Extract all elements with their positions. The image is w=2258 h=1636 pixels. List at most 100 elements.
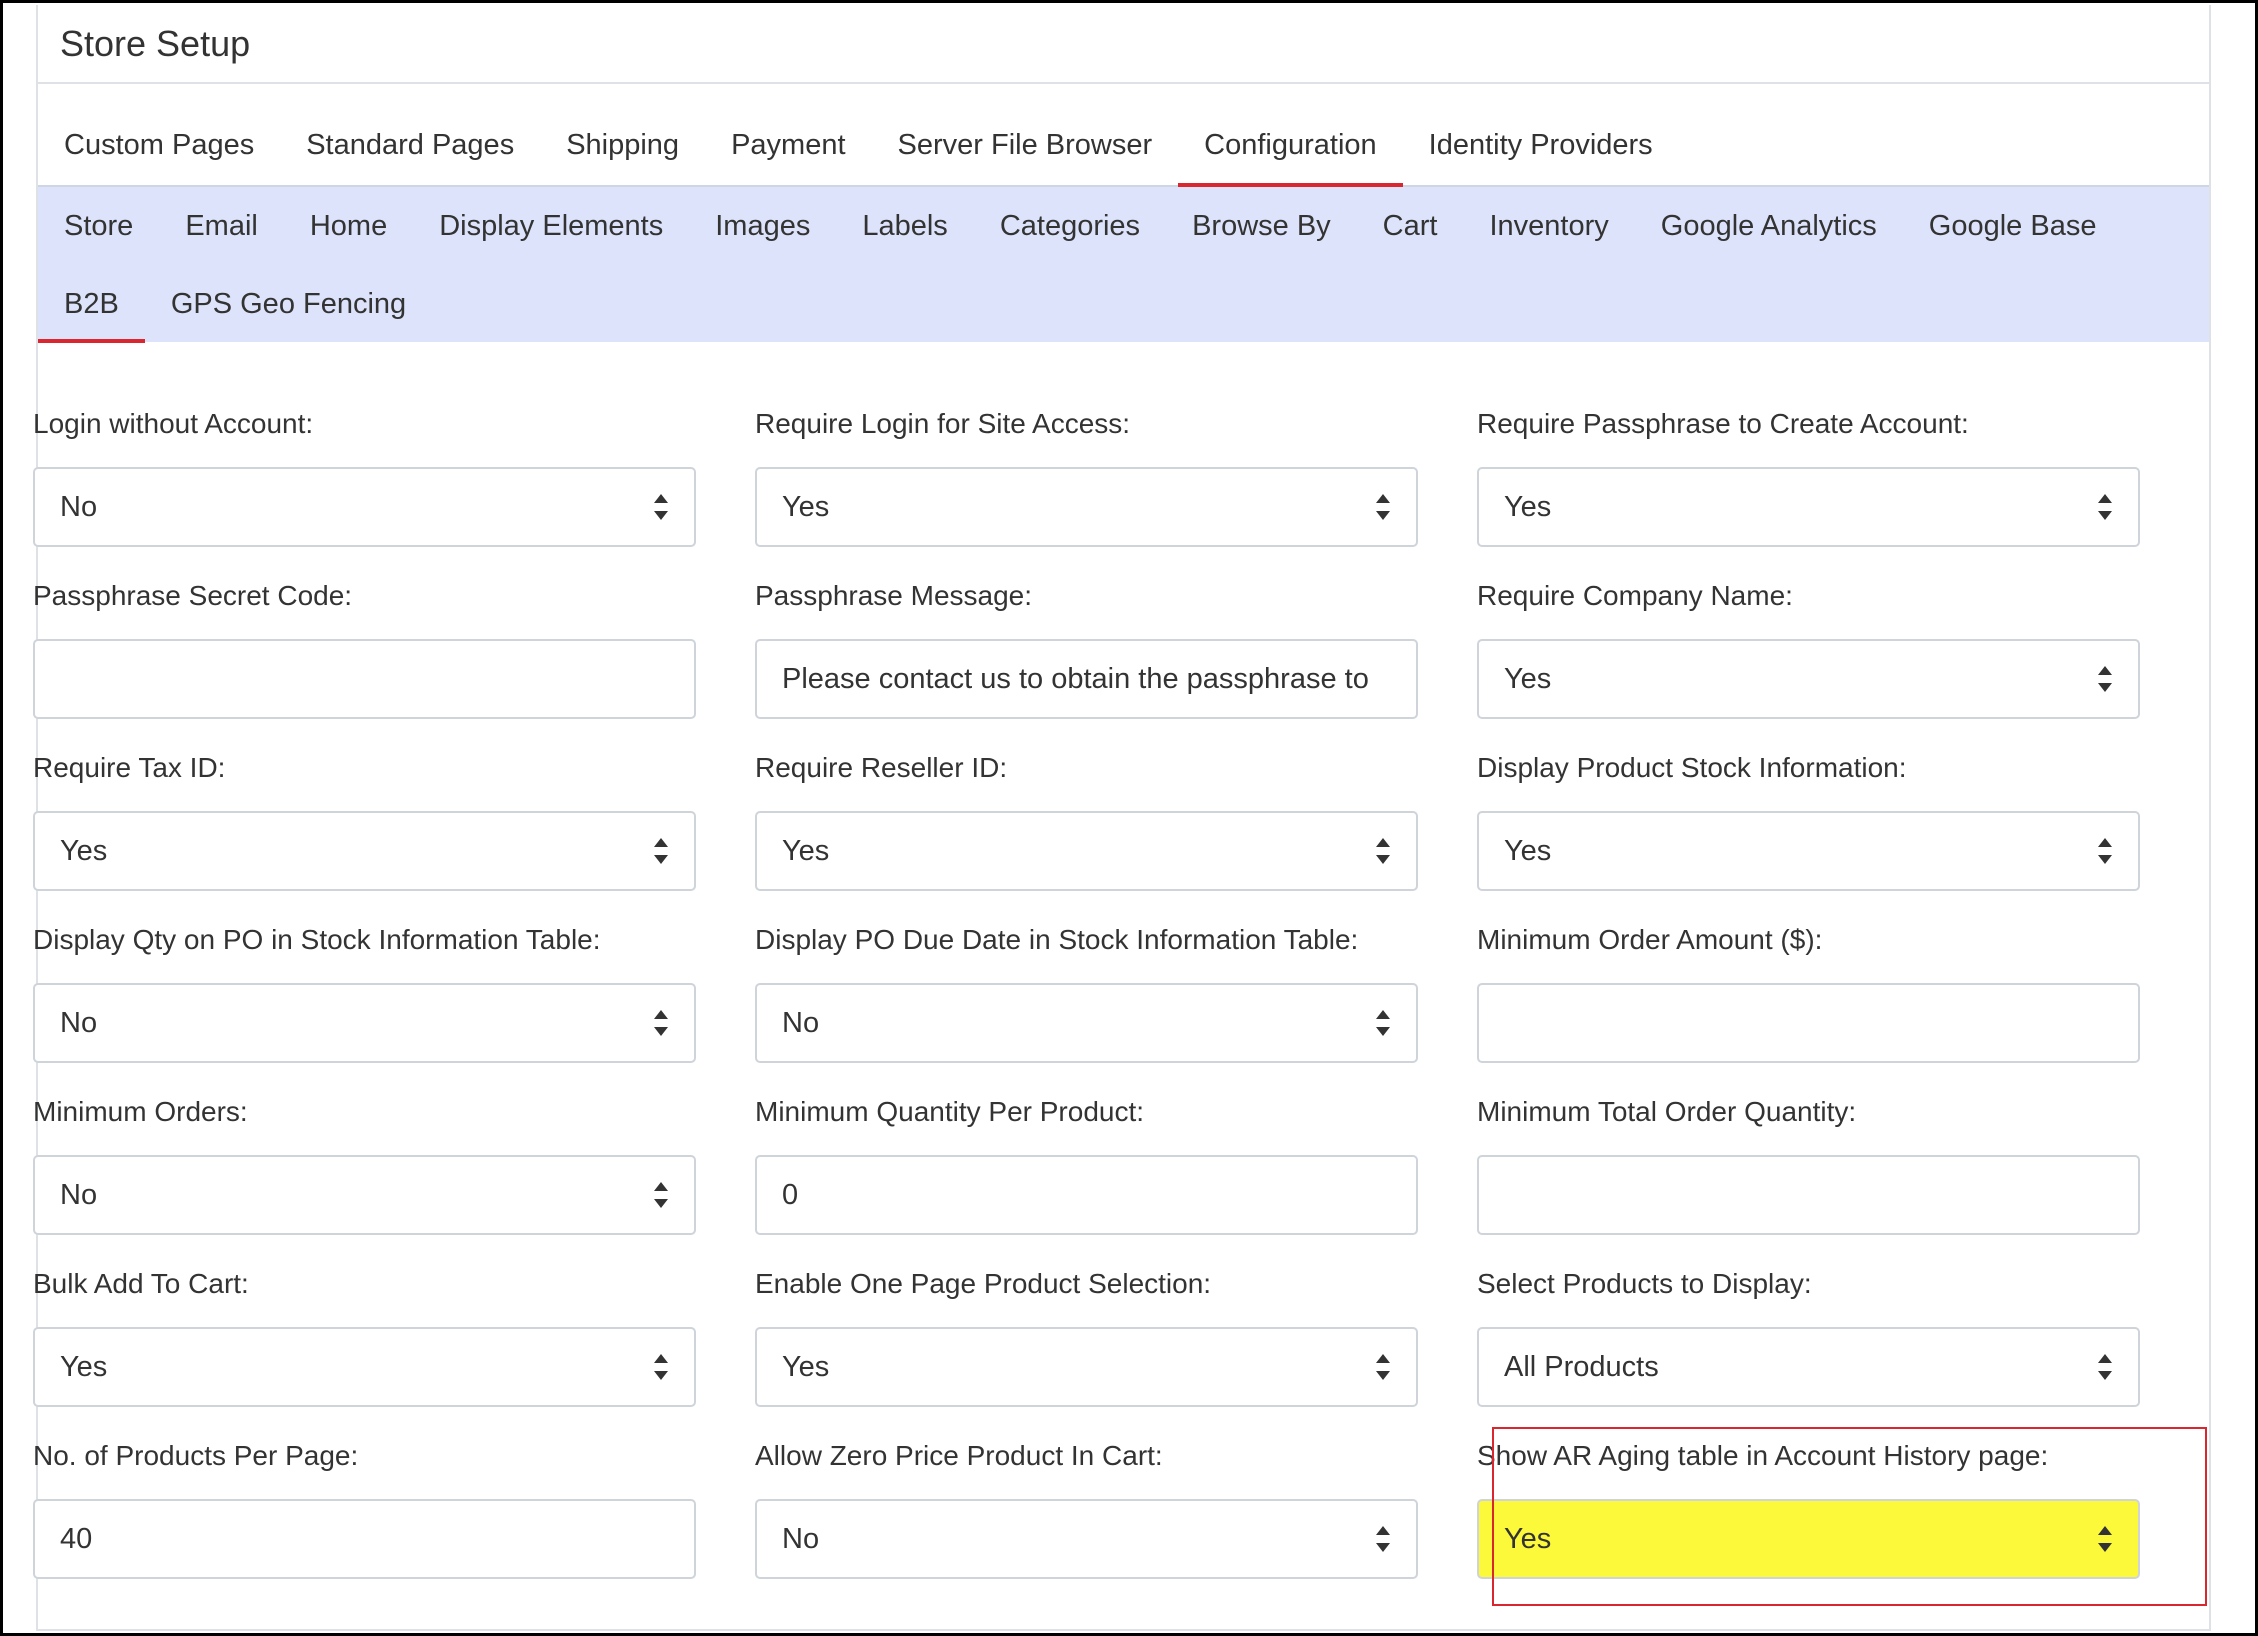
sub-tab-labels[interactable]: Labels	[836, 187, 973, 265]
field-label: Require Reseller ID:	[755, 752, 1008, 783]
field-label: Bulk Add To Cart:	[33, 1268, 249, 1299]
select-arrows-icon	[2097, 493, 2113, 521]
selected-value: Yes	[782, 490, 830, 523]
tab-custom-pages[interactable]: Custom Pages	[38, 105, 280, 185]
tab-payment[interactable]: Payment	[705, 105, 871, 185]
tab-shipping[interactable]: Shipping	[540, 105, 705, 185]
select-arrows-icon	[1375, 837, 1391, 865]
input-value: 0	[782, 1178, 799, 1211]
sub-tab-gps-geo-fencing[interactable]: GPS Geo Fencing	[145, 265, 432, 343]
field-minimum-order-amount: Minimum Order Amount ($):	[1477, 905, 2140, 1077]
select-arrows-icon	[2097, 837, 2113, 865]
field-label: Minimum Quantity Per Product:	[755, 1096, 1145, 1127]
field-label: Login without Account:	[33, 408, 314, 439]
page-title: Store Setup	[60, 22, 251, 64]
sub-tab-google-base[interactable]: Google Base	[1903, 187, 2123, 265]
selected-value: Yes	[1504, 490, 1552, 523]
field-login-without-account: Login without Account: No	[33, 389, 696, 561]
sub-tab-b2b[interactable]: B2B	[38, 265, 145, 343]
tab-identity-providers[interactable]: Identity Providers	[1403, 105, 1679, 185]
sub-tab-google-analytics[interactable]: Google Analytics	[1635, 187, 1903, 265]
no-of-products-per-page-input[interactable]: 40	[33, 1499, 696, 1579]
sub-tab-browse-by[interactable]: Browse By	[1166, 187, 1357, 265]
field-label: Require Login for Site Access:	[755, 408, 1131, 439]
tab-standard-pages[interactable]: Standard Pages	[280, 105, 540, 185]
field-minimum-total-order-quantity: Minimum Total Order Quantity:	[1477, 1077, 2140, 1249]
field-require-reseller-id: Require Reseller ID: Yes	[755, 733, 1418, 905]
require-company-name-select[interactable]: Yes	[1477, 639, 2140, 719]
field-label: Passphrase Secret Code:	[33, 580, 353, 611]
allow-zero-price-product-in-cart-select[interactable]: No	[755, 1499, 1418, 1579]
selected-value: No	[60, 1006, 98, 1039]
select-arrows-icon	[1375, 1009, 1391, 1037]
selected-value: Yes	[60, 834, 108, 867]
field-display-product-stock-information: Display Product Stock Information: Yes	[1477, 733, 2140, 905]
selected-value: No	[60, 490, 98, 523]
select-arrows-icon	[653, 493, 669, 521]
display-qty-on-po-in-stock-information-table-select[interactable]: No	[33, 983, 696, 1063]
sub-tab-display-elements[interactable]: Display Elements	[413, 187, 689, 265]
field-label: No. of Products Per Page:	[33, 1440, 359, 1471]
selected-value: No	[782, 1522, 820, 1555]
configuration-sub-tabs: Store Email Home Display Elements Images Labe…	[38, 187, 2209, 343]
minimum-orders-select[interactable]: No	[33, 1155, 696, 1235]
field-require-login-for-site-access: Require Login for Site Access: Yes	[755, 389, 1418, 561]
display-product-stock-information-select[interactable]: Yes	[1477, 811, 2140, 891]
field-enable-one-page-product-selection: Enable One Page Product Selection: Yes	[755, 1249, 1418, 1421]
field-no-of-products-per-page: No. of Products Per Page: 40	[33, 1421, 696, 1593]
selected-value: No	[782, 1006, 820, 1039]
minimum-quantity-per-product-input[interactable]: 0	[755, 1155, 1418, 1235]
enable-one-page-product-selection-select[interactable]: Yes	[755, 1327, 1418, 1407]
field-passphrase-secret-code: Passphrase Secret Code:	[33, 561, 696, 733]
field-label: Minimum Order Amount ($):	[1477, 924, 1823, 955]
field-require-company-name: Require Company Name: Yes	[1477, 561, 2140, 733]
field-label: Passphrase Message:	[755, 580, 1033, 611]
field-require-passphrase-to-create-account: Require Passphrase to Create Account: Yes	[1477, 389, 2140, 561]
card-header: Store Setup	[38, 5, 2209, 84]
field-display-qty-on-po-in-stock-information-table: Display Qty on PO in Stock Information T…	[33, 905, 696, 1077]
login-without-account-select[interactable]: No	[33, 467, 696, 547]
field-allow-zero-price-product-in-cart: Allow Zero Price Product In Cart: No	[755, 1421, 1418, 1593]
field-minimum-quantity-per-product: Minimum Quantity Per Product: 0	[755, 1077, 1418, 1249]
sub-tab-cart[interactable]: Cart	[1357, 187, 1464, 265]
select-products-to-display-select[interactable]: All Products	[1477, 1327, 2140, 1407]
field-label: Require Tax ID:	[33, 752, 226, 783]
field-require-tax-id: Require Tax ID: Yes	[33, 733, 696, 905]
select-arrows-icon	[653, 1181, 669, 1209]
sub-tab-categories[interactable]: Categories	[974, 187, 1166, 265]
field-label: Display Product Stock Information:	[1477, 752, 1907, 783]
selected-value: All Products	[1504, 1350, 1659, 1383]
display-po-due-date-in-stock-information-table-select[interactable]: No	[755, 983, 1418, 1063]
sub-tab-images[interactable]: Images	[689, 187, 836, 265]
sub-tab-store[interactable]: Store	[38, 187, 159, 265]
annotation-highlight-box	[1492, 1427, 2207, 1606]
field-label: Enable One Page Product Selection:	[755, 1268, 1212, 1299]
select-arrows-icon	[1375, 493, 1391, 521]
sub-tab-email[interactable]: Email	[159, 187, 284, 265]
passphrase-message-input[interactable]: Please contact us to obtain the passphra…	[755, 639, 1418, 719]
require-tax-id-select[interactable]: Yes	[33, 811, 696, 891]
passphrase-secret-code-input[interactable]	[33, 639, 696, 719]
require-passphrase-to-create-account-select[interactable]: Yes	[1477, 467, 2140, 547]
selected-value: Yes	[1504, 662, 1552, 695]
minimum-total-order-quantity-input[interactable]	[1477, 1155, 2140, 1235]
bulk-add-to-cart-select[interactable]: Yes	[33, 1327, 696, 1407]
field-label: Allow Zero Price Product In Cart:	[755, 1440, 1163, 1471]
minimum-order-amount-input[interactable]	[1477, 983, 2140, 1063]
tab-configuration[interactable]: Configuration	[1178, 105, 1403, 187]
select-arrows-icon	[1375, 1525, 1391, 1553]
selected-value: Yes	[782, 834, 830, 867]
select-arrows-icon	[653, 837, 669, 865]
tab-server-file-browser[interactable]: Server File Browser	[872, 105, 1179, 185]
field-label: Require Company Name:	[1477, 580, 1793, 611]
field-passphrase-message: Passphrase Message: Please contact us to …	[755, 561, 1418, 733]
sub-tab-inventory[interactable]: Inventory	[1463, 187, 1634, 265]
sub-tab-home[interactable]: Home	[284, 187, 413, 265]
require-login-for-site-access-select[interactable]: Yes	[755, 467, 1418, 547]
field-display-po-due-date-in-stock-information-table: Display PO Due Date in Stock Information…	[755, 905, 1418, 1077]
select-arrows-icon	[2097, 665, 2113, 693]
selected-value: Yes	[782, 1350, 830, 1383]
field-minimum-orders: Minimum Orders: No	[33, 1077, 696, 1249]
selected-value: Yes	[60, 1350, 108, 1383]
require-reseller-id-select[interactable]: Yes	[755, 811, 1418, 891]
